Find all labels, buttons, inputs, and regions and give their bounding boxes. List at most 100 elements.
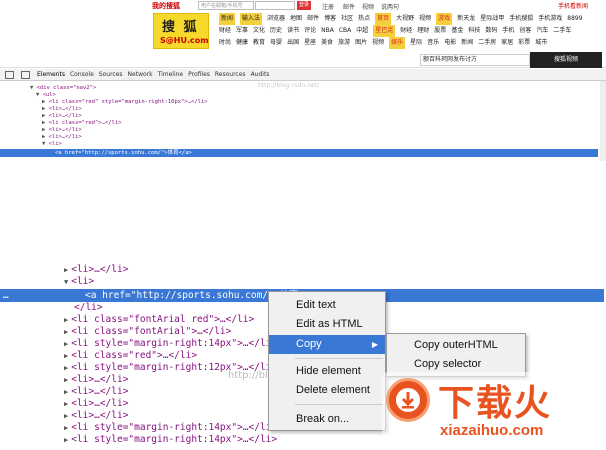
expand-arrow-icon[interactable]: ▶ [64,316,68,324]
expand-arrow-icon[interactable]: ▶ [64,388,68,396]
nav-link[interactable]: 首页 [375,13,392,25]
scrollbar[interactable] [600,81,606,161]
mail-link[interactable]: 邮件 [343,2,355,11]
nav-link[interactable]: 城市 [535,37,547,49]
tab-console[interactable]: Console [70,71,94,78]
nav-link[interactable]: 游戏 [436,13,453,25]
username-input[interactable]: 用户名邮箱/手机号 [198,1,254,10]
nav-link[interactable]: 二手房 [478,37,496,49]
nav-link[interactable]: 新天龙 [457,13,475,25]
nav-link[interactable]: 输入法 [240,13,263,25]
nav-link[interactable]: 读书 [287,25,299,37]
nav-link[interactable]: 时尚 [219,37,231,49]
nav-link[interactable]: 健康 [236,37,248,49]
tab-resources[interactable]: Resources [215,71,246,78]
nav-link[interactable]: 图片 [355,37,367,49]
tree-node[interactable]: ▶ <li>…</li> [64,264,128,276]
nav-link[interactable]: 文化 [253,25,265,37]
tree-node[interactable]: </li> [74,302,103,314]
tree-node[interactable]: ▶ <li>…</li> [64,398,128,410]
nav-link[interactable]: 星座 [304,37,316,49]
comments-link[interactable]: 说两句 [381,2,399,11]
nav-link[interactable]: 新闻 [219,13,236,25]
nav-link[interactable]: 创客 [519,25,531,37]
expand-arrow-icon[interactable]: ▼ [42,141,45,147]
menu-item-break-on[interactable]: Break on... [269,410,385,429]
sohu-logo[interactable]: 搜 狐 S@HU.com [153,13,209,49]
expand-arrow-icon[interactable]: ▶ [64,352,68,360]
nav-link[interactable]: 科技 [468,25,480,37]
expand-arrow-icon[interactable]: ▶ [64,436,68,444]
nav-link[interactable]: 新闻 [461,37,473,49]
nav-link[interactable]: 音乐 [427,37,439,49]
nav-link[interactable]: 旅游 [338,37,350,49]
menu-item-edit-text[interactable]: Edit text [269,296,385,315]
menu-item-delete-element[interactable]: Delete element [269,381,385,400]
nav-link[interactable]: 基金 [451,25,463,37]
video-link[interactable]: 视频 [362,2,374,11]
nav-link[interactable]: 家居 [501,37,513,49]
selected-node-small[interactable]: <a href="http://sports.sohu.com/">体育</a> [0,149,598,157]
nav-link[interactable]: 社区 [341,13,353,25]
nav-link[interactable]: 彩票 [518,37,530,49]
tree-node[interactable]: ▶ <li style="margin-right:14px">…</li> [64,422,277,434]
expand-arrow-icon[interactable]: ▶ [64,424,68,432]
nav-link[interactable]: 股票 [434,25,446,37]
nav-link[interactable]: 财经 [219,25,231,37]
tree-node[interactable]: ▶ <li class="red">…</li> [64,350,197,362]
nav-link[interactable]: 美食 [321,37,333,49]
nav-link[interactable]: 地图 [290,13,302,25]
nav-link[interactable]: 视频 [419,13,431,25]
tab-profiles[interactable]: Profiles [188,71,210,78]
nav-link[interactable]: 教育 [253,37,265,49]
nav-link[interactable]: 财经 [400,25,412,37]
tree-node[interactable]: ▶ <li>…</li> [64,386,128,398]
tree-node[interactable]: ▶ <li style="margin-right:14px">…</li> [64,434,277,446]
nav-link[interactable]: 大视野 [396,13,414,25]
nav-link[interactable]: 理财 [417,25,429,37]
nav-link[interactable]: 星际战甲 [480,13,504,25]
nav-link[interactable]: CBA [339,25,351,37]
nav-link[interactable]: 热点 [358,13,370,25]
nav-link[interactable]: 军事 [236,25,248,37]
collapse-arrow-icon[interactable]: ▼ [64,278,68,286]
tab-network[interactable]: Network [128,71,153,78]
expand-arrow-icon[interactable]: ▶ [64,328,68,336]
nav-link[interactable]: 出国 [287,37,299,49]
menu-item-copy[interactable]: Copy ▶ [269,335,385,354]
tree-node[interactable]: ▼ <li> [64,276,94,288]
register-link[interactable]: 注册 [322,2,334,11]
tab-timeline[interactable]: Timeline [158,71,184,78]
expand-arrow-icon[interactable]: ▶ [64,412,68,420]
expand-arrow-icon[interactable]: ▶ [64,340,68,348]
expand-arrow-icon[interactable]: ▼ [30,85,33,91]
nav-link[interactable]: 手机搜狐 [509,13,533,25]
expand-arrow-icon[interactable]: ▶ [64,266,68,274]
ad-text-bar[interactable]: 额百科珂网发布讨方 [420,54,530,66]
password-input[interactable] [255,1,295,10]
nav-link[interactable]: 视频 [372,37,384,49]
menu-item-edit-as-html[interactable]: Edit as HTML [269,315,385,334]
login-button[interactable]: 登录 [297,1,311,10]
nav-link[interactable]: 博客 [324,13,336,25]
nav-link[interactable]: 评论 [304,25,316,37]
tab-sources[interactable]: Sources [99,71,123,78]
menu-item-hide-element[interactable]: Hide element [269,362,385,381]
tree-node[interactable]: ▶ <li class="fontArial red">…</li> [64,314,254,326]
inspect-icon[interactable] [5,70,14,79]
menu-item-copy-outerhtml[interactable]: Copy outerHTML [387,336,525,355]
nav-link[interactable]: 电影 [444,37,456,49]
expand-arrow-icon[interactable]: ▶ [64,400,68,408]
expand-arrow-icon[interactable]: ▶ [64,376,68,384]
nav-link[interactable]: 手机 [502,25,514,37]
ad-image[interactable]: 搜狐视频 [530,52,602,68]
tree-node[interactable]: ▶ <li>…</li> [64,374,128,386]
tree-node[interactable]: ▼ <li> [42,140,62,148]
nav-link[interactable]: 手机游戏 [538,13,562,25]
tab-elements[interactable]: Elements [37,71,65,78]
tree-node[interactable]: ▶ <li>…</li> [64,410,128,422]
nav-link[interactable]: 星巴克 [373,25,396,37]
nav-link[interactable]: 8899 [567,13,582,25]
my-sohu-link[interactable]: 我的搜狐 [152,1,180,11]
tab-audits[interactable]: Audits [251,71,270,78]
